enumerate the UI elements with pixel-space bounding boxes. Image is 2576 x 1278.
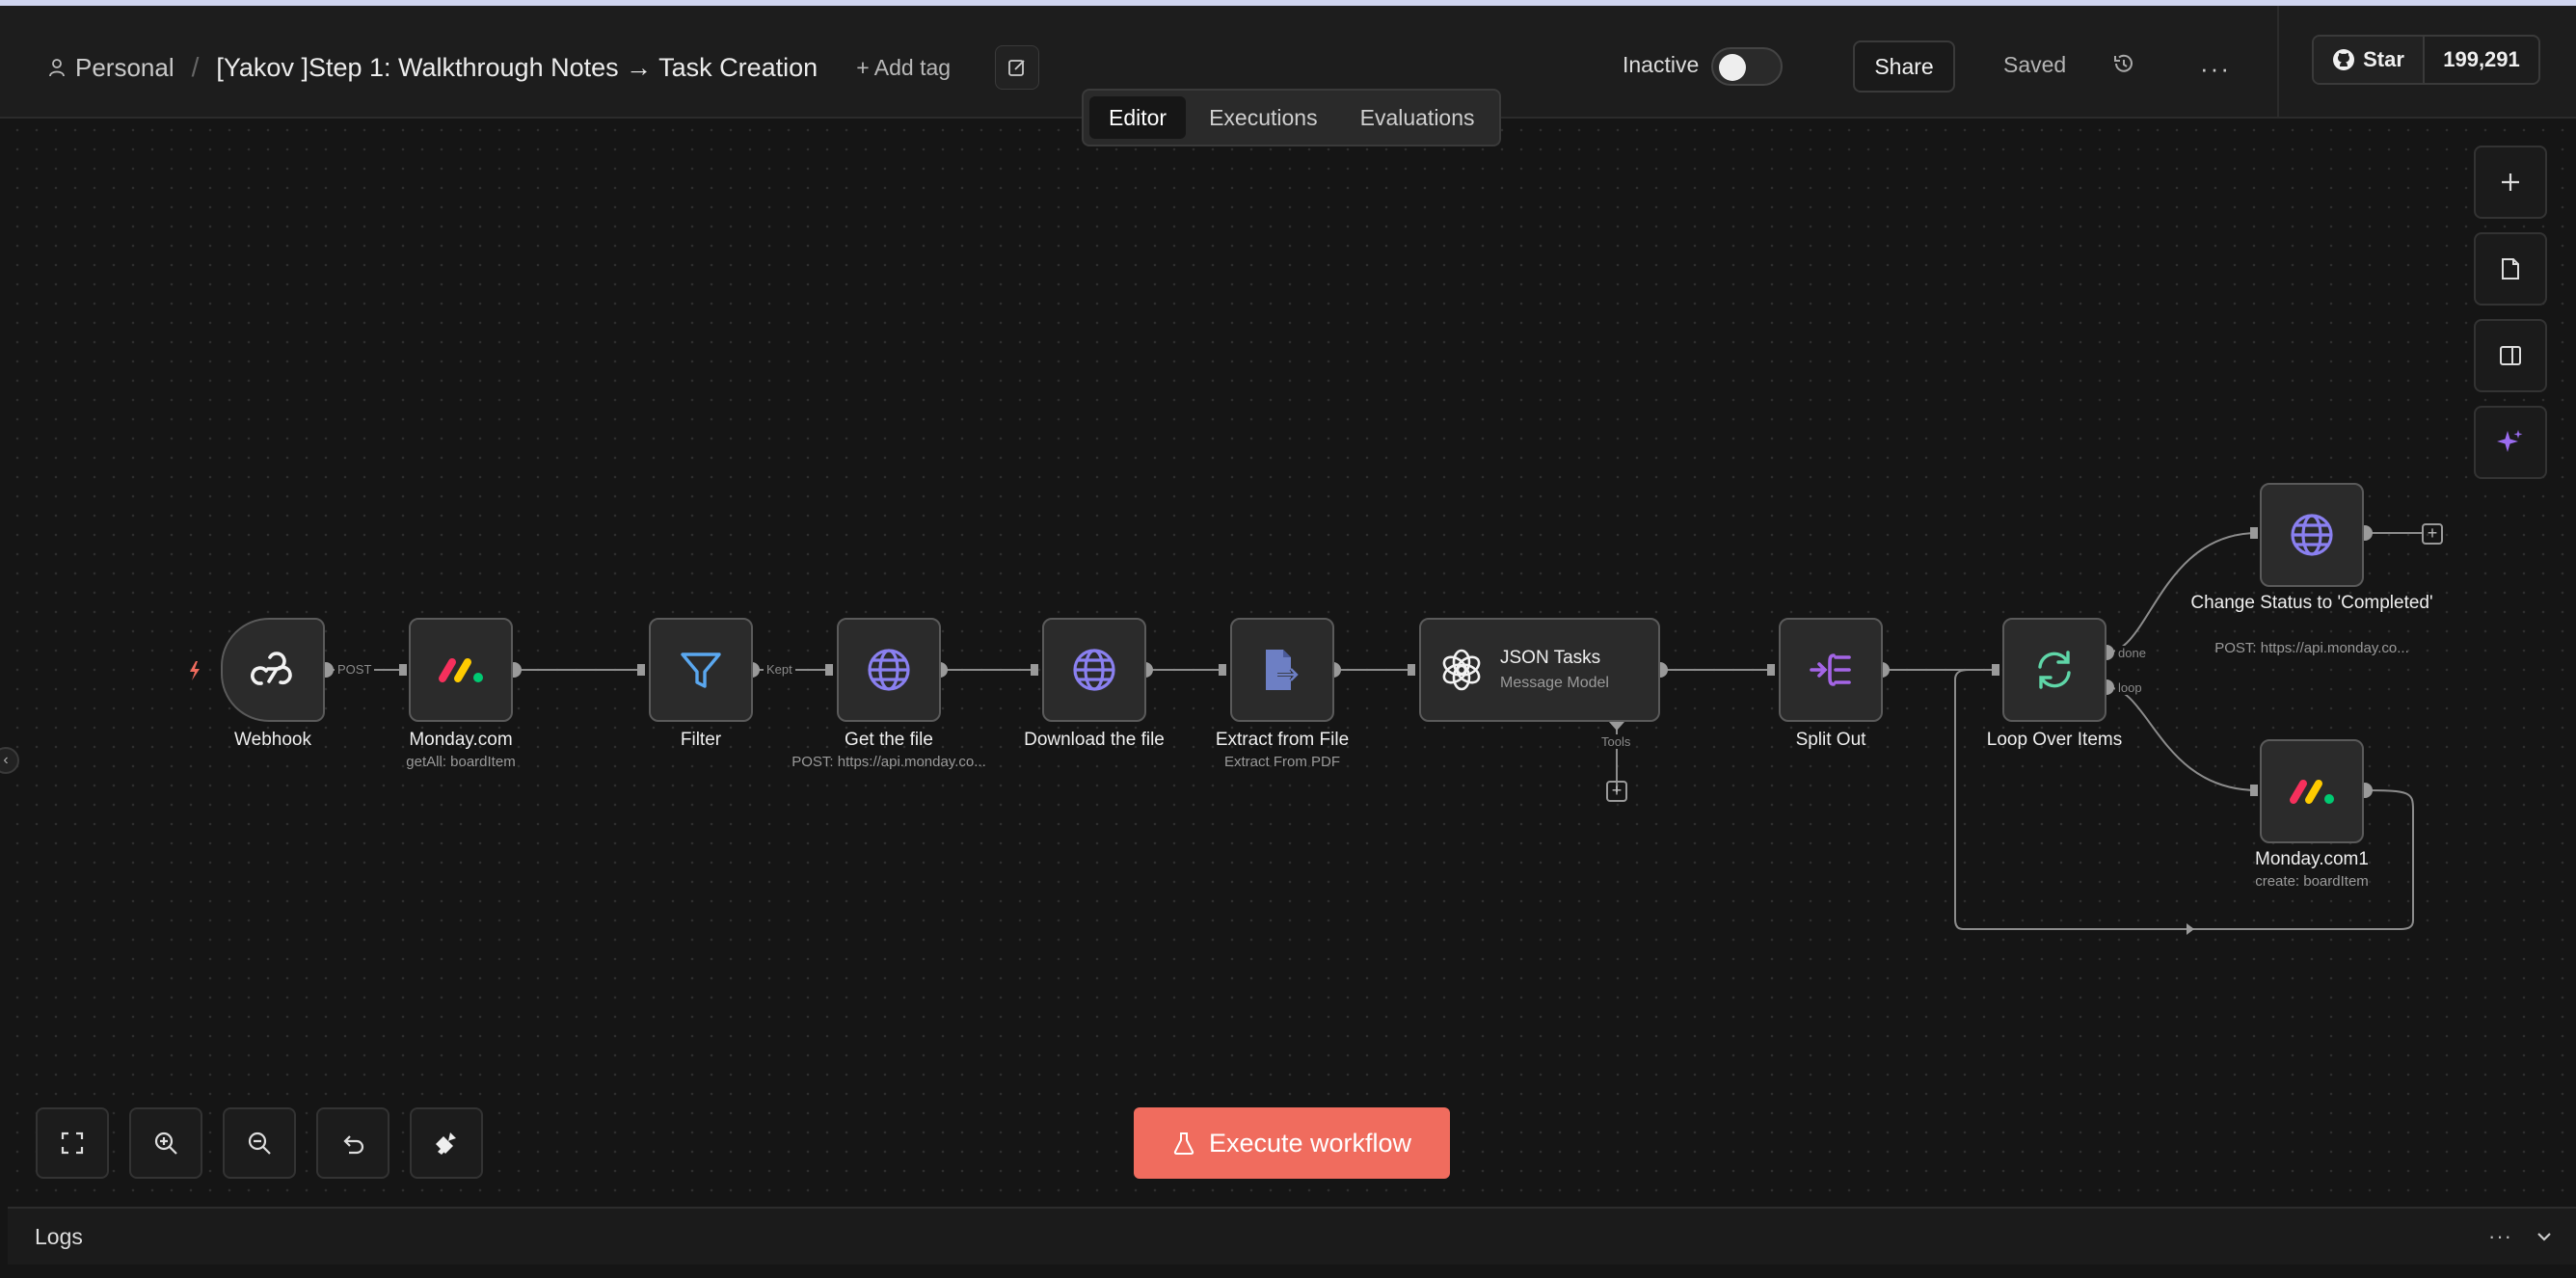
canvas-zoom-toolbar — [36, 1107, 483, 1179]
workflow-title[interactable]: [Yakov ]Step 1: Walkthrough Notes → Task… — [216, 53, 818, 83]
json-tasks-text: JSON Tasks Message Model — [1500, 648, 1609, 692]
post-connector-label: POST — [335, 662, 375, 677]
fit-view-icon — [61, 1132, 84, 1155]
zoom-out-button[interactable] — [223, 1107, 296, 1179]
node-change-status[interactable] — [2260, 483, 2364, 587]
github-star-button[interactable]: Star — [2314, 37, 2425, 83]
monday-icon — [439, 658, 483, 682]
split-out-icon — [1810, 653, 1851, 686]
github-icon — [2333, 49, 2355, 70]
github-star-count: 199,291 — [2443, 47, 2520, 71]
bottom-edge — [0, 1265, 2576, 1278]
sparkle-icon — [2497, 430, 2523, 452]
ai-assistant-button[interactable] — [2474, 406, 2547, 479]
toggle-panel-button[interactable] — [2474, 319, 2547, 392]
node-webhook[interactable] — [221, 618, 325, 722]
globe-icon — [2291, 514, 2333, 556]
header-divider — [2277, 6, 2279, 119]
node-json-tasks[interactable]: JSON Tasks Message Model — [1419, 618, 1660, 722]
node-label-change-status: Change Status to 'Completed' — [2190, 593, 2433, 613]
fit-view-button[interactable] — [36, 1107, 109, 1179]
add-node-button[interactable] — [2474, 146, 2547, 219]
tab-executions[interactable]: Executions — [1190, 96, 1337, 139]
tidy-up-button[interactable] — [410, 1107, 483, 1179]
breadcrumb-workspace[interactable]: Personal — [48, 53, 174, 83]
done-output-label: done — [2115, 646, 2149, 660]
node-label-monday: Monday.com — [409, 730, 513, 750]
execute-workflow-button[interactable]: Execute workflow — [1134, 1107, 1450, 1179]
node-get-file[interactable] — [837, 618, 941, 722]
side-panel-icon — [2500, 346, 2521, 365]
canvas-side-toolbar — [2474, 146, 2547, 493]
more-options-icon[interactable]: ··· — [2200, 54, 2231, 84]
node-label-extract-from-file: Extract from File — [1215, 730, 1350, 750]
user-icon — [49, 59, 65, 77]
add-tool-plus-icon[interactable]: + — [1606, 781, 1627, 802]
toggle-knob — [1719, 54, 1746, 81]
github-star-label: Star — [2363, 47, 2404, 71]
filter-icon — [681, 652, 721, 688]
history-icon[interactable] — [2111, 51, 2136, 81]
globe-icon — [1073, 649, 1115, 691]
workspace-label: Personal — [75, 52, 174, 82]
share-button[interactable]: Share — [1853, 40, 1955, 93]
node-label-loop-over-items: Loop Over Items — [1986, 730, 2123, 750]
execute-workflow-label: Execute workflow — [1208, 1128, 1412, 1158]
loop-output-label: loop — [2115, 680, 2145, 695]
active-status-label: Inactive — [1623, 52, 1700, 77]
edit-note-icon — [1008, 60, 1025, 76]
reset-zoom-button[interactable] — [316, 1107, 389, 1179]
node-filter[interactable] — [649, 618, 753, 722]
kept-output-label: Kept — [764, 662, 795, 677]
sticky-note-icon — [2502, 258, 2519, 280]
chevron-down-icon[interactable] — [2534, 1226, 2555, 1252]
tools-connector-label: Tools — [1598, 734, 1634, 749]
zoom-in-button[interactable] — [129, 1107, 202, 1179]
node-split-out[interactable] — [1779, 618, 1883, 722]
node-subtitle-monday1: create: boardItem — [2255, 873, 2369, 890]
webhook-icon — [251, 652, 292, 685]
loop-icon — [2038, 651, 2071, 689]
node-label-json-tasks: JSON Tasks — [1500, 648, 1601, 668]
openai-icon — [1442, 649, 1481, 691]
add-next-node-plus-icon[interactable]: + — [2422, 523, 2443, 545]
globe-icon — [868, 649, 910, 691]
node-label-monday1: Monday.com1 — [2255, 849, 2369, 869]
undo-icon — [343, 1135, 364, 1155]
edit-description-button[interactable] — [995, 45, 1040, 90]
add-sticky-note-button[interactable] — [2474, 232, 2547, 306]
tab-editor[interactable]: Editor — [1089, 96, 1187, 139]
breadcrumb-separator: / — [191, 52, 200, 82]
node-subtitle-extract-from-file: Extract From PDF — [1223, 754, 1340, 770]
extract-file-icon — [1266, 650, 1300, 690]
breadcrumb: Personal / [Yakov ]Step 1: Walkthrough N… — [48, 42, 1040, 93]
broom-icon — [436, 1132, 456, 1155]
plus-icon — [2502, 173, 2519, 191]
monday-icon — [2290, 780, 2334, 804]
logs-label[interactable]: Logs — [35, 1224, 83, 1250]
flask-icon — [1173, 1132, 1194, 1155]
tab-evaluations[interactable]: Evaluations — [1341, 96, 1494, 139]
saved-status: Saved — [2003, 52, 2067, 77]
node-subtitle-monday: getAll: boardItem — [406, 754, 516, 770]
zoom-out-icon — [248, 1132, 271, 1155]
node-subtitle-change-status: POST: https://api.monday.co... — [2214, 640, 2409, 656]
view-tabs: Editor Executions Evaluations — [1082, 89, 1501, 146]
add-tag-button[interactable]: + Add tag — [856, 55, 951, 81]
node-monday[interactable] — [409, 618, 513, 722]
active-toggle[interactable] — [1711, 47, 1783, 86]
zoom-in-icon — [154, 1132, 177, 1155]
logs-panel: Logs ··· — [8, 1207, 2576, 1265]
node-label-split-out: Split Out — [1795, 730, 1866, 750]
logs-more-icon[interactable]: ··· — [2488, 1224, 2512, 1249]
node-download-file[interactable] — [1042, 618, 1146, 722]
node-monday1[interactable] — [2260, 739, 2364, 843]
node-loop-over-items[interactable] — [2002, 618, 2106, 722]
node-subtitle-json-tasks: Message Model — [1500, 675, 1609, 691]
node-subtitle-get-file: POST: https://api.monday.co... — [792, 754, 986, 770]
github-star-widget[interactable]: Star 199,291 — [2312, 35, 2540, 85]
node-extract-from-file[interactable] — [1230, 618, 1334, 722]
